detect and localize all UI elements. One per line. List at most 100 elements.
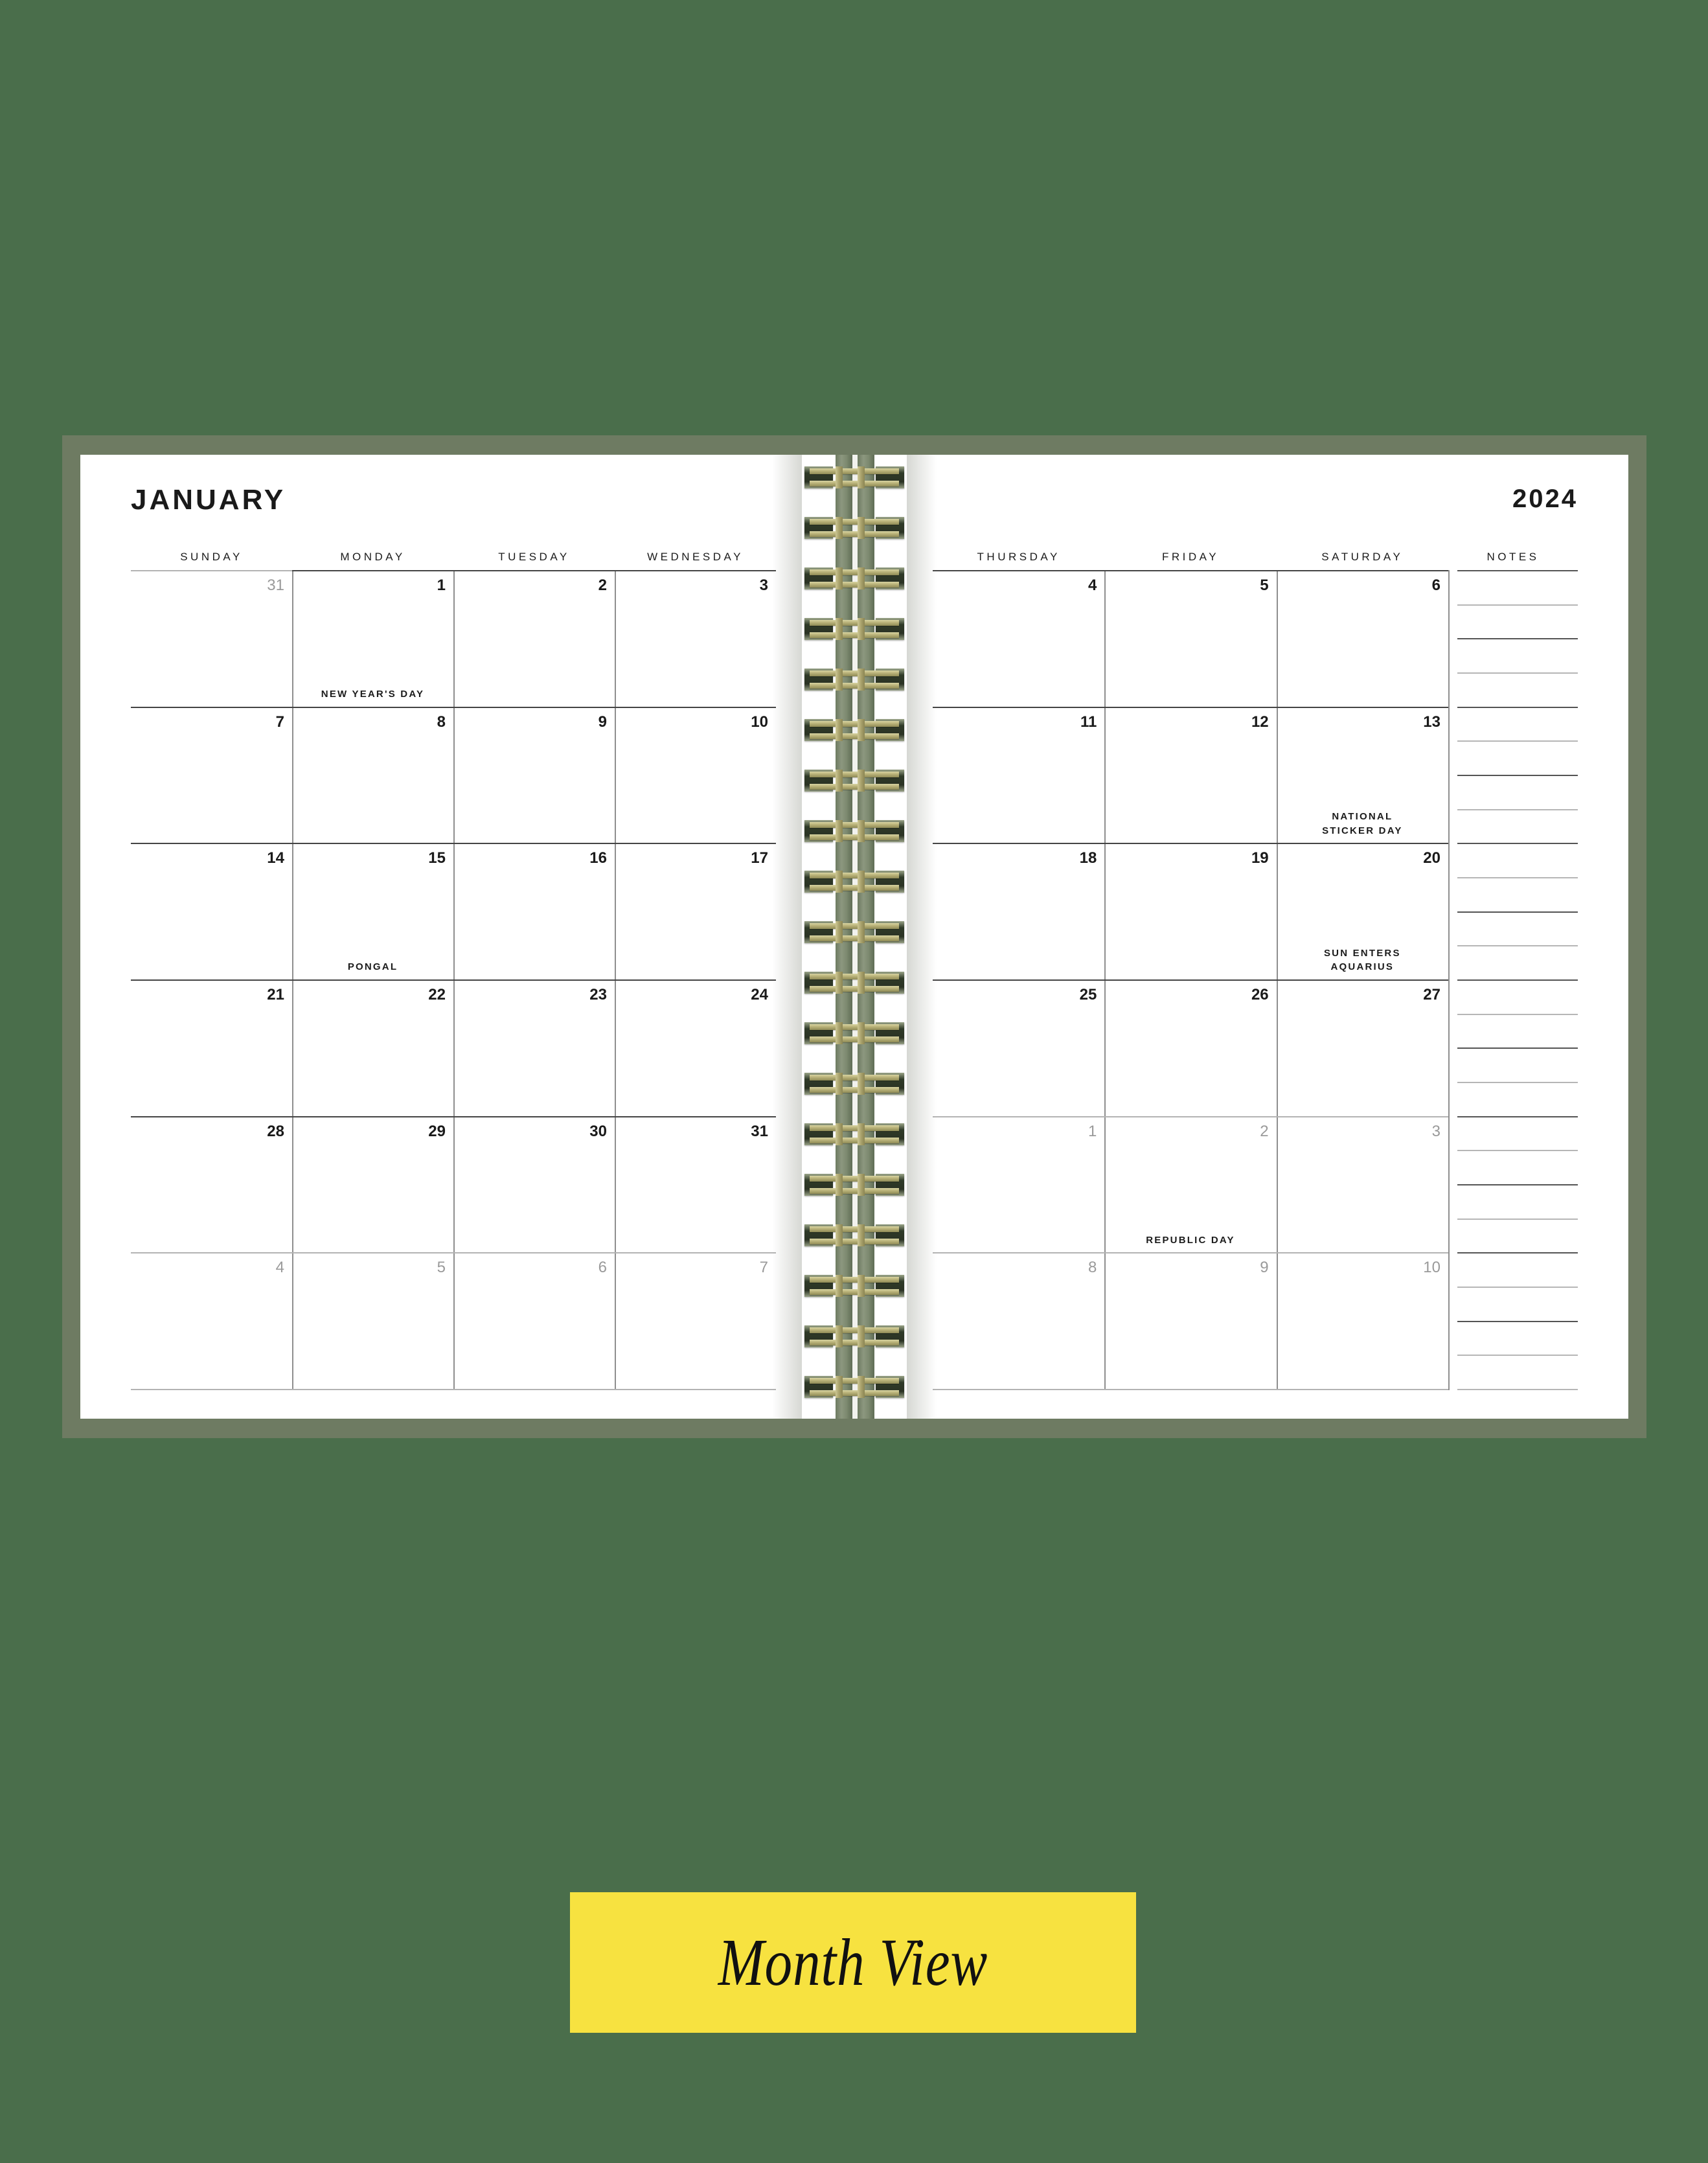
day-number: 18	[1079, 849, 1097, 867]
day-cell[interactable]: 19	[1104, 843, 1277, 979]
notes-line[interactable]	[1457, 911, 1578, 946]
day-cell[interactable]: 4	[933, 570, 1105, 707]
coil-wire-bottom	[810, 1390, 899, 1396]
notes-line[interactable]	[1457, 808, 1578, 843]
day-cell[interactable]: 3	[615, 570, 776, 707]
day-cell[interactable]: 9	[453, 706, 615, 843]
day-cell[interactable]: 6	[453, 1252, 615, 1391]
notes-line[interactable]	[1457, 877, 1578, 911]
notes-line[interactable]	[1457, 979, 1578, 1014]
spiral-coil	[803, 1376, 905, 1398]
coil-crossbar-right	[858, 770, 865, 792]
day-number: 2	[598, 577, 607, 594]
day-cell[interactable]: 26	[1104, 979, 1277, 1116]
coil-crossbar-left	[836, 1325, 843, 1347]
coil-crossbar-left	[836, 669, 843, 691]
day-cell[interactable]: 31	[615, 1116, 776, 1253]
day-cell[interactable]: 4	[131, 1252, 292, 1391]
notes-line[interactable]	[1457, 570, 1578, 604]
day-number: 3	[1431, 1122, 1440, 1140]
notes-column[interactable]	[1448, 570, 1578, 1391]
day-number: 16	[589, 849, 607, 867]
day-cell[interactable]: 28	[131, 1116, 292, 1253]
coil-crossbar-left	[836, 972, 843, 994]
coil-crossbar-left	[836, 1123, 843, 1145]
day-cell[interactable]: 24	[615, 979, 776, 1116]
notes-line[interactable]	[1457, 1320, 1578, 1355]
day-cell[interactable]: 23	[453, 979, 615, 1116]
coil-crossbar-right	[858, 1022, 865, 1044]
notes-line[interactable]	[1457, 1287, 1578, 1321]
day-cell[interactable]: 22	[292, 979, 453, 1116]
day-cell[interactable]: 9	[1104, 1252, 1277, 1391]
notes-line[interactable]	[1457, 1047, 1578, 1082]
coil-crossbar-right	[858, 466, 865, 488]
day-number: 5	[437, 1259, 446, 1277]
day-cell[interactable]: 3	[1276, 1116, 1448, 1253]
notes-line[interactable]	[1457, 1184, 1578, 1219]
day-cell[interactable]: 10	[615, 706, 776, 843]
day-cell[interactable]: 21	[131, 979, 292, 1116]
day-cell[interactable]: 2	[453, 570, 615, 707]
day-cell[interactable]: 8	[292, 706, 453, 843]
notes-line[interactable]	[1457, 1150, 1578, 1184]
notes-line[interactable]	[1457, 740, 1578, 775]
day-cell[interactable]: 8	[933, 1252, 1105, 1391]
coil-wire-bottom	[810, 1289, 899, 1295]
coil-wire-bottom	[810, 885, 899, 891]
right-day-header-row: THURSDAY FRIDAY SATURDAY NOTES	[933, 536, 1578, 570]
notes-line[interactable]	[1457, 706, 1578, 741]
day-number: 31	[267, 577, 284, 594]
coil-crossbar-left	[836, 820, 843, 842]
notes-line[interactable]	[1457, 1355, 1578, 1391]
day-cell[interactable]: 1 NEW YEAR'S DAY	[292, 570, 453, 707]
day-cell[interactable]: 5	[292, 1252, 453, 1391]
day-cell[interactable]: 13 NATIONAL STICKER DAY	[1276, 706, 1448, 843]
day-cell[interactable]: 2 REPUBLIC DAY	[1104, 1116, 1277, 1253]
day-cell[interactable]: 7	[615, 1252, 776, 1391]
day-cell[interactable]: 10	[1276, 1252, 1448, 1391]
day-cell[interactable]: 11	[933, 706, 1105, 843]
notes-line[interactable]	[1457, 1252, 1578, 1287]
day-number: 23	[589, 986, 607, 1004]
coil-crossbar-left	[836, 921, 843, 943]
coil-crossbar-right	[858, 1174, 865, 1196]
day-number: 1	[437, 577, 446, 594]
notes-line[interactable]	[1457, 1218, 1578, 1253]
day-cell[interactable]: 18	[933, 843, 1105, 979]
day-cell[interactable]: 20 SUN ENTERS AQUARIUS	[1276, 843, 1448, 979]
day-cell[interactable]: 31	[131, 570, 292, 707]
spiral-coil	[803, 1224, 905, 1246]
notes-line[interactable]	[1457, 638, 1578, 672]
notes-line[interactable]	[1457, 945, 1578, 979]
coil-wire-top	[810, 620, 899, 626]
coil-wire-bottom	[810, 632, 899, 638]
day-cell[interactable]: 14	[131, 843, 292, 979]
notes-line[interactable]	[1457, 775, 1578, 809]
day-cell[interactable]: 29	[292, 1116, 453, 1253]
day-cell[interactable]: 30	[453, 1116, 615, 1253]
notes-line[interactable]	[1457, 1116, 1578, 1150]
notes-line[interactable]	[1457, 672, 1578, 707]
left-calendar-grid: 31 7 14 21 28 4 1 NEW YEAR'S DAY 8 15 PONGAL 22 29 5 2…	[131, 570, 776, 1391]
day-cell[interactable]: 12	[1104, 706, 1277, 843]
coil-wire-top	[810, 519, 899, 525]
notes-line[interactable]	[1457, 1013, 1578, 1048]
day-header-tuesday: TUESDAY	[498, 551, 570, 563]
day-number: 21	[267, 986, 284, 1004]
spiral-coil	[803, 1275, 905, 1297]
coil-wire-top	[810, 1327, 899, 1333]
day-cell[interactable]: 6	[1276, 570, 1448, 707]
notes-line[interactable]	[1457, 843, 1578, 877]
notes-line[interactable]	[1457, 604, 1578, 639]
day-cell[interactable]: 25	[933, 979, 1105, 1116]
coil-crossbar-left	[836, 1073, 843, 1095]
day-cell[interactable]: 15 PONGAL	[292, 843, 453, 979]
day-cell[interactable]: 17	[615, 843, 776, 979]
day-cell[interactable]: 16	[453, 843, 615, 979]
day-cell[interactable]: 1	[933, 1116, 1105, 1253]
day-cell[interactable]: 5	[1104, 570, 1277, 707]
day-cell[interactable]: 27	[1276, 979, 1448, 1116]
notes-line[interactable]	[1457, 1082, 1578, 1116]
day-cell[interactable]: 7	[131, 706, 292, 843]
